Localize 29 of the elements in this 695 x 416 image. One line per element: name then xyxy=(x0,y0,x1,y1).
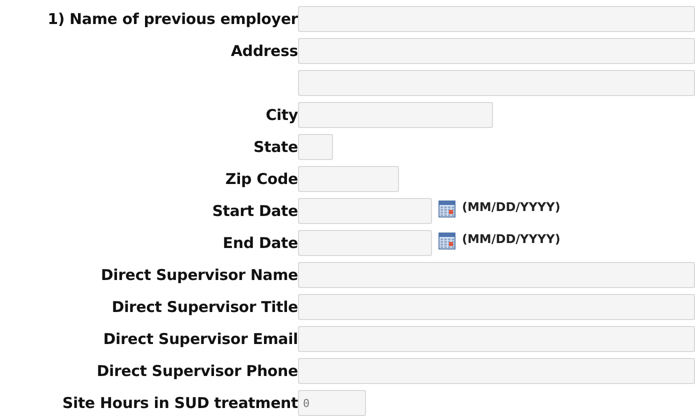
input-field[interactable] xyxy=(298,6,695,32)
input-field[interactable] xyxy=(298,326,695,352)
field-label: Address xyxy=(230,42,298,60)
input-field[interactable] xyxy=(298,70,695,96)
input-field[interactable] xyxy=(298,134,333,160)
field-label: Direct Supervisor Email xyxy=(102,330,298,348)
input-field[interactable] xyxy=(298,262,695,288)
input-field[interactable]: 0 xyxy=(298,390,366,416)
calendar-icon[interactable] xyxy=(438,200,456,218)
date-format-hint: (MM/DD/YYYY) xyxy=(462,232,560,246)
date-format-hint: (MM/DD/YYYY) xyxy=(462,200,560,214)
field-label: Direct Supervisor Phone xyxy=(96,362,298,380)
field-label: Site Hours in SUD treatment xyxy=(61,394,298,412)
field-label: Zip Code xyxy=(224,170,298,188)
field-label: Start Date xyxy=(211,202,298,220)
field-label: End Date xyxy=(222,234,298,252)
input-field[interactable] xyxy=(298,102,493,128)
input-field[interactable] xyxy=(298,358,695,384)
input-field[interactable] xyxy=(298,198,432,224)
input-field[interactable] xyxy=(298,38,695,64)
field-label: 1) Name of previous employer xyxy=(46,10,298,28)
field-label: Direct Supervisor Name xyxy=(100,266,298,284)
field-label: Direct Supervisor Title xyxy=(110,298,298,316)
input-field[interactable] xyxy=(298,166,399,192)
input-field[interactable] xyxy=(298,294,695,320)
calendar-icon[interactable] xyxy=(438,232,456,250)
field-label: City xyxy=(264,106,298,124)
field-label: State xyxy=(252,138,298,156)
input-field[interactable] xyxy=(298,230,432,256)
